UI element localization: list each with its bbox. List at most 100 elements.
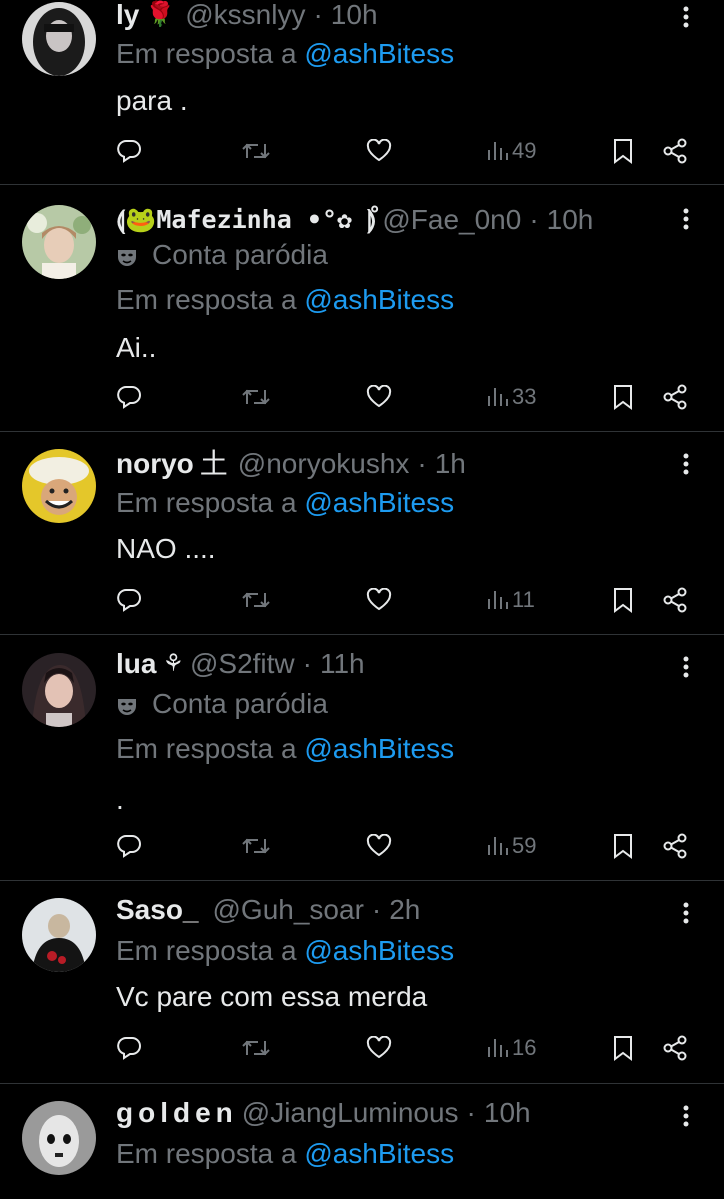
reply-context: Em resposta a @ashBitess [116, 731, 454, 767]
reply-tweet[interactable]: noryo 土 @noryokushx · 1h Em resposta a @… [0, 432, 724, 634]
heart-icon[interactable] [366, 1033, 392, 1063]
parody-label: Conta paródia [116, 238, 328, 272]
share-icon[interactable] [662, 1033, 688, 1063]
views-icon [488, 388, 508, 406]
bookmark-icon[interactable] [612, 1033, 634, 1063]
avatar[interactable] [22, 653, 96, 727]
tweet-text: Vc pare com essa merda [116, 981, 428, 1012]
reply-tweet[interactable]: lua ⚘ @S2fitw · 11h Conta paródia Em res… [0, 635, 724, 881]
tweet-header: Saso_ @Guh_soar · 2h [116, 893, 664, 927]
separator-dot: · [529, 204, 539, 235]
more-vertical-icon[interactable] [674, 207, 698, 231]
reply-tweet[interactable]: golden @JiangLuminous · 10h Em resposta … [0, 1084, 724, 1199]
views-count: 59 [512, 833, 537, 858]
avatar[interactable] [22, 898, 96, 972]
bookmark-icon[interactable] [612, 136, 634, 166]
reply-icon[interactable] [116, 585, 142, 615]
mention-link[interactable]: @ashBitess [304, 487, 454, 518]
retweet-icon[interactable] [242, 1033, 270, 1063]
timestamp[interactable]: 10h [547, 203, 594, 237]
reply-icon[interactable] [116, 831, 142, 861]
heart-icon[interactable] [366, 382, 392, 412]
mention-link[interactable]: @ashBitess [304, 935, 454, 966]
retweet-icon[interactable] [242, 136, 270, 166]
views-count: 16 [512, 1035, 537, 1060]
display-name[interactable]: lua [116, 647, 156, 681]
reply-context: Em resposta a @ashBitess [116, 282, 454, 318]
heart-icon[interactable] [366, 136, 392, 166]
user-handle[interactable]: @kssnlyy [185, 0, 305, 32]
display-name[interactable]: ly [116, 0, 139, 32]
views-button[interactable]: 33 [486, 382, 536, 412]
reply-context: Em resposta a @ashBitess [116, 485, 454, 521]
more-vertical-icon[interactable] [674, 5, 698, 29]
action-bar: 11 [116, 585, 696, 615]
retweet-icon[interactable] [242, 382, 270, 412]
avatar[interactable] [22, 2, 96, 76]
user-handle[interactable]: @Fae_0n0 [382, 203, 521, 237]
views-button[interactable]: 16 [486, 1033, 536, 1063]
user-handle[interactable]: @S2fitw [190, 647, 295, 681]
avatar[interactable] [22, 449, 96, 523]
display-name[interactable]: ⟬🐸Mafezinha •°✿ ̊⟭ [116, 203, 376, 237]
more-vertical-icon[interactable] [674, 452, 698, 476]
tweet-text: para . [116, 85, 188, 116]
tweet-header: noryo 土 @noryokushx · 1h [116, 447, 664, 481]
user-handle[interactable]: @JiangLuminous [242, 1096, 459, 1130]
timestamp[interactable]: 10h [331, 0, 378, 32]
mention-link[interactable]: @ashBitess [304, 1138, 454, 1169]
timestamp[interactable]: 10h [484, 1096, 531, 1130]
timestamp[interactable]: 1h [435, 447, 466, 481]
share-icon[interactable] [662, 382, 688, 412]
display-name[interactable]: Saso_ [116, 893, 199, 927]
bookmark-icon[interactable] [612, 585, 634, 615]
reply-prefix: Em resposta a [116, 935, 297, 966]
timestamp[interactable]: 11h [320, 647, 365, 681]
reply-tweet[interactable]: ly 🌹 @kssnlyy · 10h Em resposta a @ashBi… [0, 0, 724, 184]
views-count: 49 [512, 138, 537, 163]
reply-prefix: Em resposta a [116, 733, 297, 764]
bookmark-icon[interactable] [612, 382, 634, 412]
separator-dot: · [466, 1097, 476, 1128]
display-name[interactable]: noryo [116, 447, 194, 481]
user-handle[interactable]: @Guh_soar [213, 893, 364, 927]
reply-tweet[interactable]: Saso_ @Guh_soar · 2h Em resposta a @ashB… [0, 881, 724, 1083]
parody-text: Conta paródia [152, 688, 328, 719]
bookmark-icon[interactable] [612, 831, 634, 861]
user-handle[interactable]: @noryokushx [238, 447, 410, 481]
retweet-icon[interactable] [242, 831, 270, 861]
reply-icon[interactable] [116, 382, 142, 412]
reply-context: Em resposta a @ashBitess [116, 933, 454, 969]
avatar[interactable] [22, 205, 96, 279]
more-vertical-icon[interactable] [674, 655, 698, 679]
share-icon[interactable] [662, 585, 688, 615]
mention-link[interactable]: @ashBitess [304, 733, 454, 764]
tweet-header: ly 🌹 @kssnlyy · 10h [116, 0, 664, 32]
timestamp[interactable]: 2h [389, 893, 420, 927]
action-bar: 49 [116, 136, 696, 166]
reply-tweet[interactable]: ⟬🐸Mafezinha •°✿ ̊⟭ @Fae_0n0 · 10h Conta … [0, 185, 724, 431]
more-vertical-icon[interactable] [674, 901, 698, 925]
reply-icon[interactable] [116, 136, 142, 166]
views-count: 11 [512, 587, 535, 612]
share-icon[interactable] [662, 831, 688, 861]
tweet-header: golden @JiangLuminous · 10h [116, 1096, 664, 1130]
heart-icon[interactable] [366, 585, 392, 615]
display-name[interactable]: golden [116, 1096, 238, 1130]
name-emoji: 🌹 [145, 1, 176, 28]
share-icon[interactable] [662, 136, 688, 166]
more-vertical-icon[interactable] [674, 1104, 698, 1128]
avatar[interactable] [22, 1101, 96, 1175]
reply-icon[interactable] [116, 1033, 142, 1063]
mention-link[interactable]: @ashBitess [304, 284, 454, 315]
separator-dot: · [417, 448, 427, 479]
views-button[interactable]: 59 [486, 831, 536, 861]
mention-link[interactable]: @ashBitess [304, 38, 454, 69]
views-button[interactable]: 49 [486, 136, 536, 166]
retweet-icon[interactable] [242, 585, 270, 615]
views-button[interactable]: 11 [486, 585, 535, 615]
views-icon [488, 837, 508, 855]
heart-icon[interactable] [366, 831, 392, 861]
separator-dot: · [371, 894, 382, 925]
reply-prefix: Em resposta a [116, 1138, 297, 1169]
